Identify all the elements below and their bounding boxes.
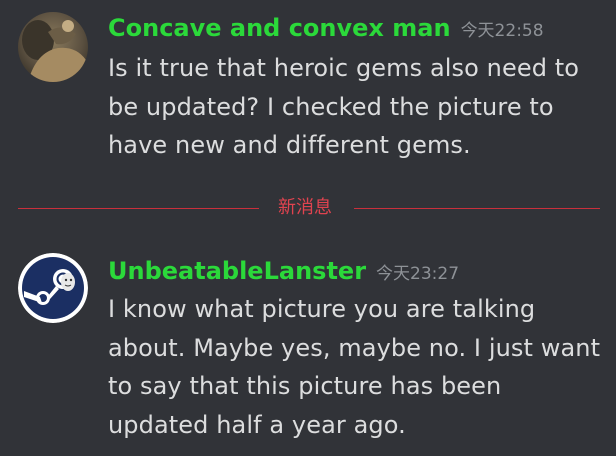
avatar[interactable] xyxy=(18,253,88,323)
message-header: Concave and convex man 今天22:58 xyxy=(108,14,544,42)
divider-line xyxy=(18,208,259,209)
divider-line xyxy=(354,208,600,209)
message-text: Is it true that heroic gems also need to… xyxy=(108,54,580,159)
timestamp: 今天22:58 xyxy=(460,21,544,41)
message-header: UnbeatableLanster 今天23:27 xyxy=(108,257,459,285)
divider-label: 新消息 xyxy=(278,197,332,218)
username[interactable]: UnbeatableLanster xyxy=(108,257,366,285)
avatar[interactable] xyxy=(18,12,88,82)
new-messages-divider: 新消息 xyxy=(18,195,600,221)
photo-avatar-icon xyxy=(18,12,88,82)
timestamp: 今天23:27 xyxy=(376,264,460,284)
username[interactable]: Concave and convex man xyxy=(108,14,451,42)
message-text: I know what picture you are talking abou… xyxy=(108,295,601,439)
steam-logo-icon xyxy=(18,253,88,323)
chat-log: Concave and convex man 今天22:58 Is it true… xyxy=(0,0,616,456)
